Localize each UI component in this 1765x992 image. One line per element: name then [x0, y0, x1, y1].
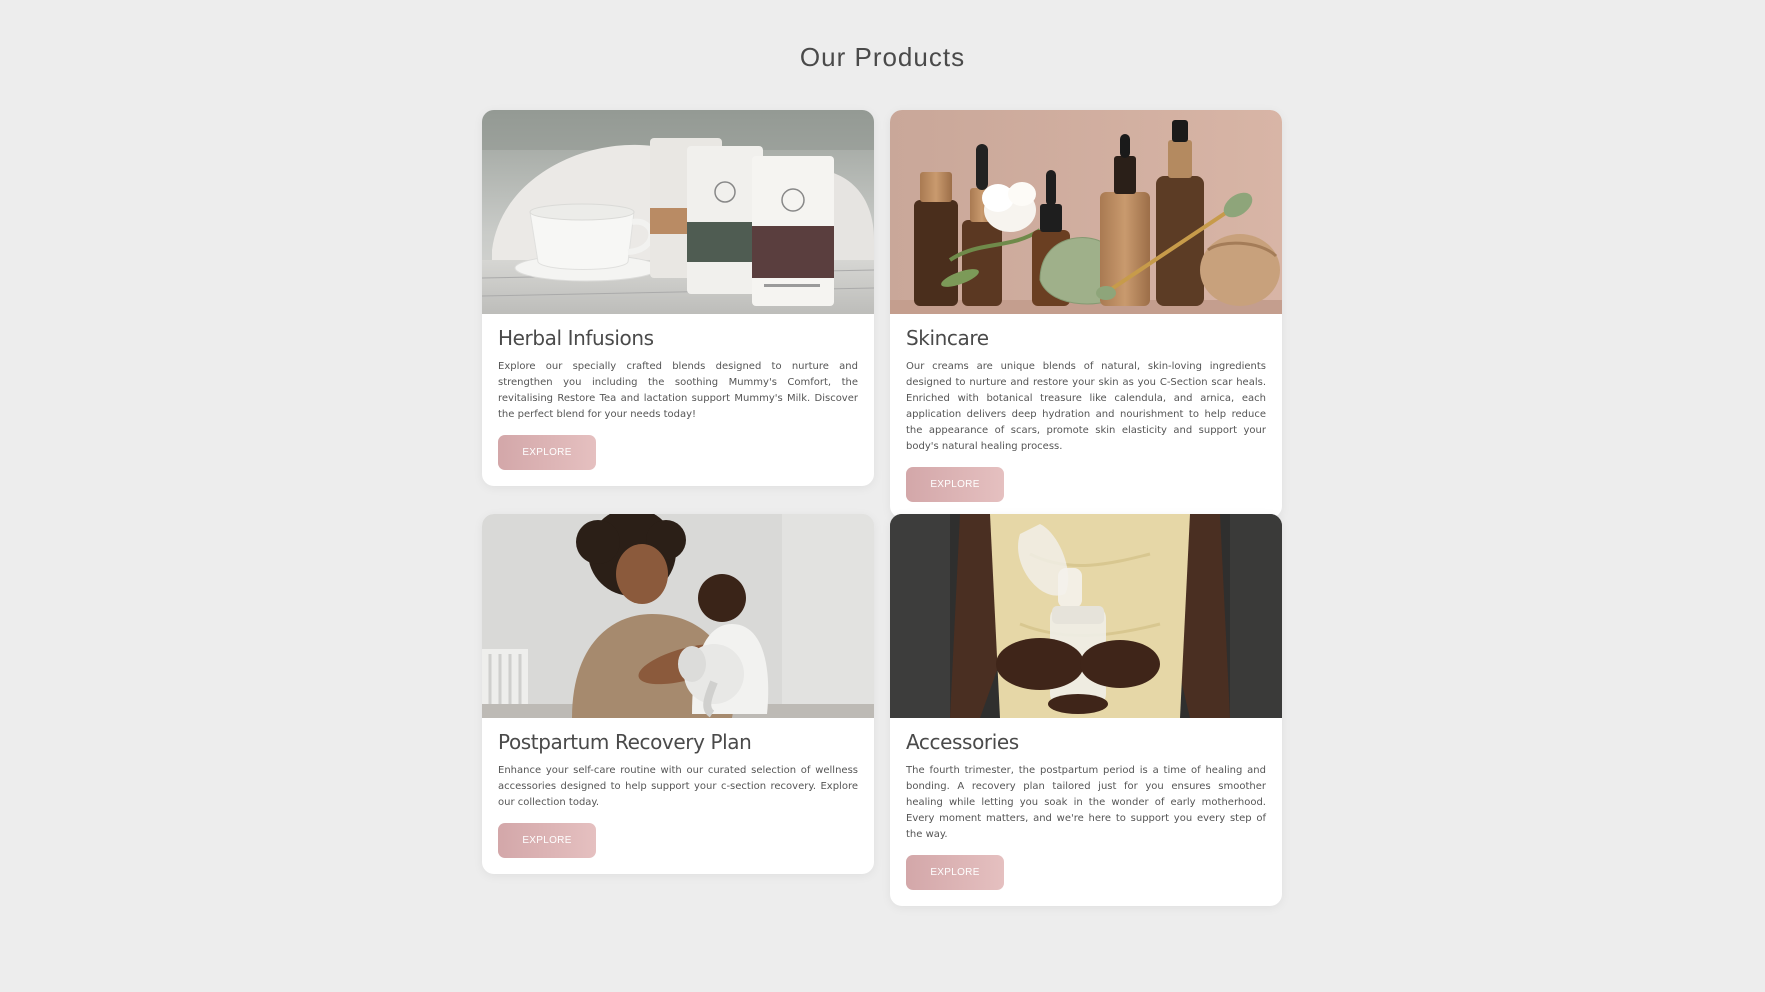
card-description: Explore our specially crafted blends des… [498, 361, 858, 420]
card-body: Skincare Our creams are unique blends of… [890, 314, 1282, 518]
product-card-skincare: Skincare Our creams are unique blends of… [890, 110, 1282, 518]
product-card-accessories: Accessories The fourth trimester, the po… [890, 514, 1282, 906]
card-title: Postpartum Recovery Plan [498, 730, 752, 754]
card-title: Herbal Infusions [498, 326, 654, 350]
card-title: Skincare [906, 326, 989, 350]
product-card-herbal-infusions: Herbal Infusions Explore our specially c… [482, 110, 874, 486]
explore-button[interactable]: EXPLORE [906, 855, 1004, 890]
postpartum-recovery-image[interactable] [482, 514, 874, 718]
card-body: Herbal Infusions Explore our specially c… [482, 314, 874, 486]
card-body: Postpartum Recovery Plan Enhance your se… [482, 718, 874, 874]
card-description: Our creams are unique blends of natural,… [906, 361, 1266, 452]
product-card-postpartum-recovery-plan: Postpartum Recovery Plan Enhance your se… [482, 514, 874, 874]
card-body: Accessories The fourth trimester, the po… [890, 718, 1282, 906]
card-title: Accessories [906, 730, 1019, 754]
explore-button[interactable]: EXPLORE [498, 435, 596, 470]
card-description: Enhance your self-care routine with our … [498, 765, 858, 808]
explore-button[interactable]: EXPLORE [906, 467, 1004, 502]
explore-button[interactable]: EXPLORE [498, 823, 596, 858]
herbal-infusions-image[interactable] [482, 110, 874, 314]
skincare-product-photo [890, 110, 1282, 314]
card-description: The fourth trimester, the postpartum per… [906, 765, 1266, 840]
skincare-image[interactable] [890, 110, 1282, 314]
breast-pump-photo [890, 514, 1282, 718]
mother-baby-photo [482, 514, 874, 718]
accessories-image[interactable] [890, 514, 1282, 718]
page-title: Our Products [799, 42, 966, 72]
tea-product-photo [482, 110, 874, 314]
